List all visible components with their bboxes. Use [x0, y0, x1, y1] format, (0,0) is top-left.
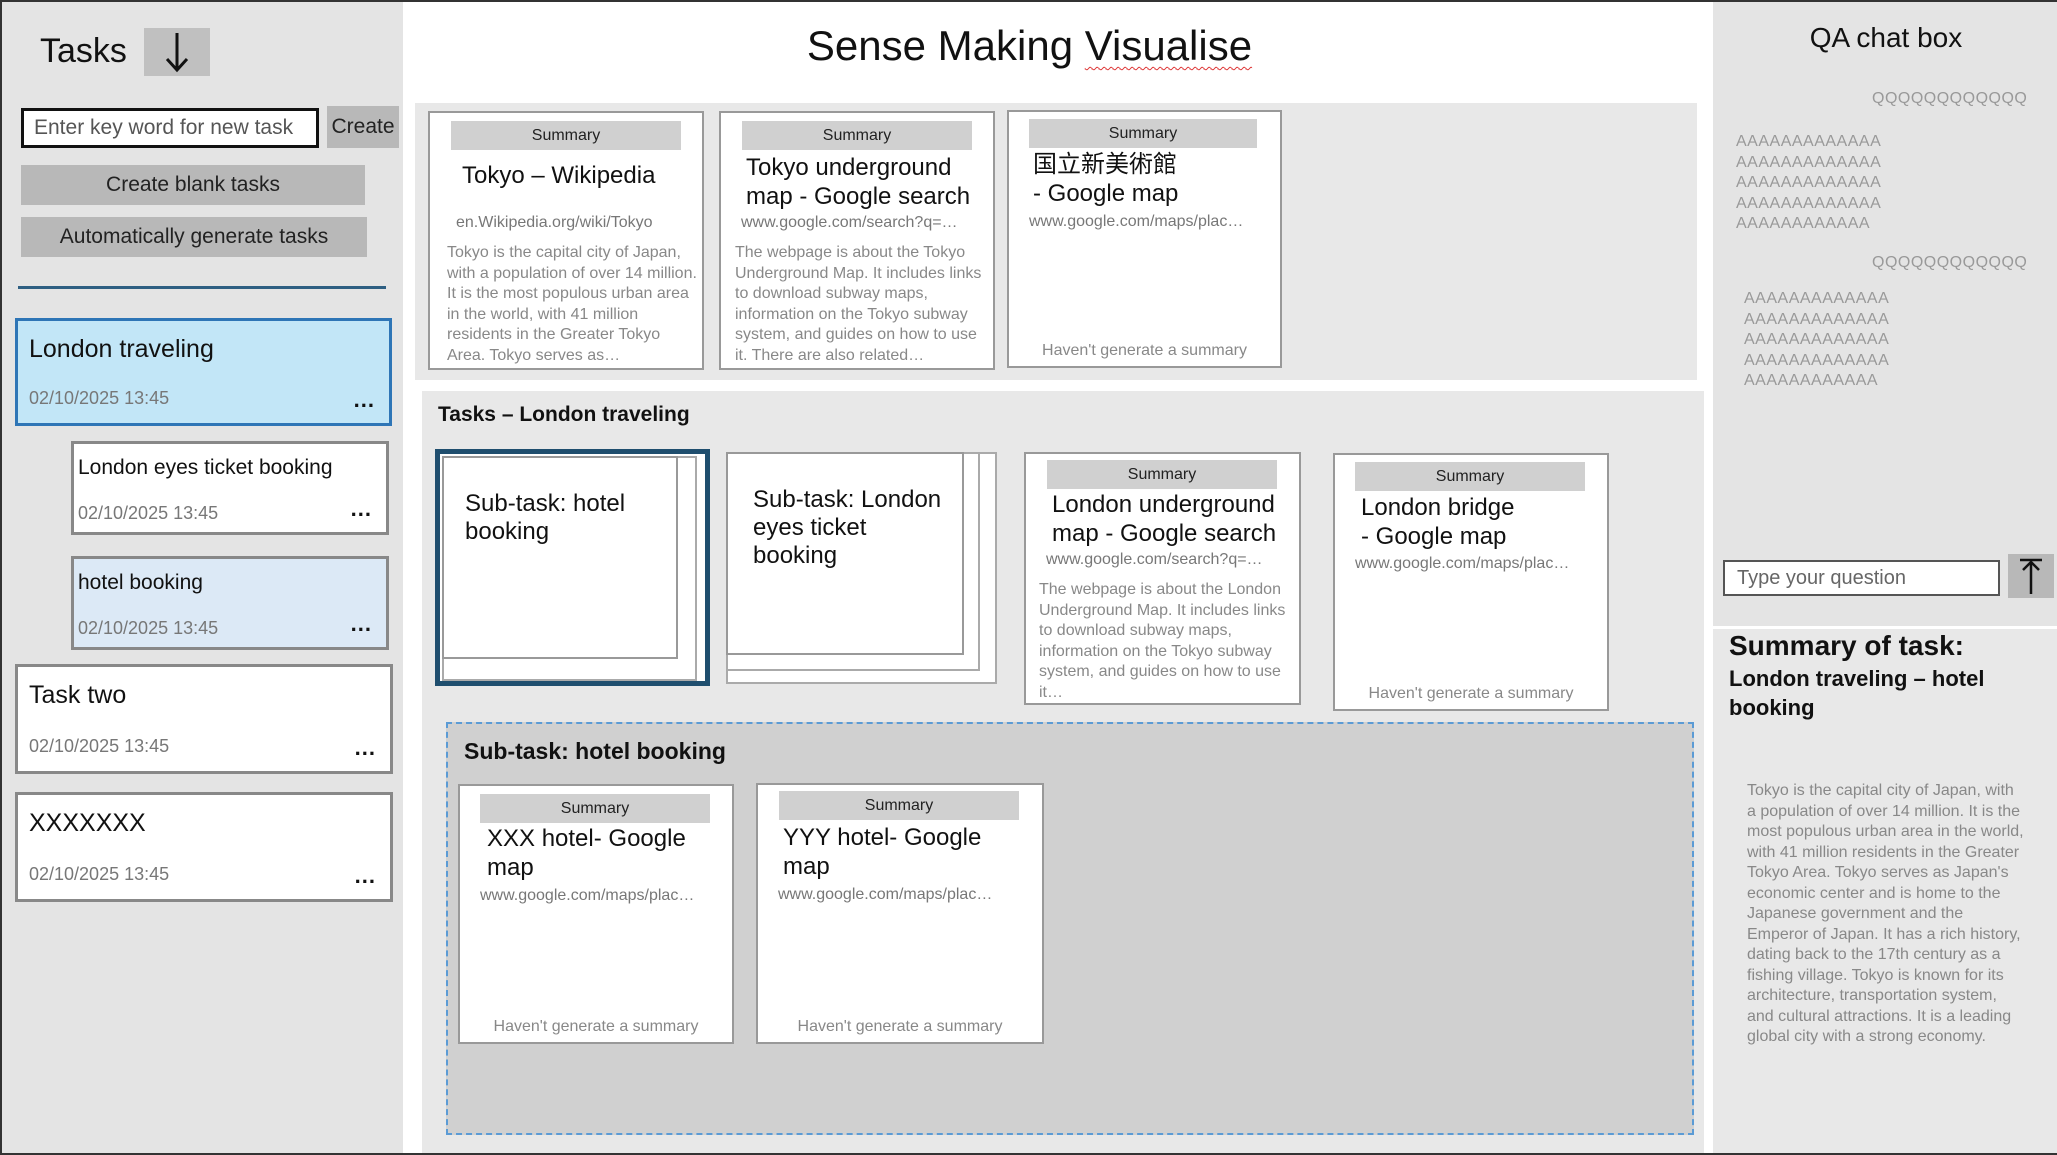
summary-button[interactable]: Summary — [451, 121, 681, 150]
result-description: The webpage is about the London Undergro… — [1039, 581, 1286, 701]
result-title: London bridge - Google map — [1361, 494, 1515, 550]
task-date: 02/10/2025 13:45 — [29, 864, 170, 884]
task-date: 02/10/2025 13:45 — [78, 618, 219, 638]
task-title: London traveling — [29, 335, 214, 363]
more-options-icon[interactable]: ... — [355, 863, 376, 889]
sidebar-divider — [18, 286, 386, 289]
create-button[interactable]: Create — [327, 106, 399, 148]
no-summary-text: Haven't generate a summary — [797, 1018, 1003, 1035]
task-title: London eyes ticket booking — [78, 456, 333, 479]
page-title: Sense Making Visualise — [402, 22, 1657, 70]
auto-generate-tasks-button[interactable]: Automatically generate tasks — [21, 217, 367, 257]
summary-button[interactable]: Summary — [1355, 462, 1585, 491]
summary-task-name: London traveling – hotel booking — [1729, 666, 1985, 720]
result-title: YYY hotel- Google map — [783, 824, 982, 880]
result-card-tokyo-underground[interactable]: Summary Tokyo underground map - Google s… — [719, 111, 995, 370]
create-blank-tasks-button[interactable]: Create blank tasks — [21, 165, 365, 205]
task-title: Task two — [29, 681, 127, 709]
stack-front-page — [442, 456, 678, 659]
result-description: Tokyo is the capital city of Japan, with… — [447, 244, 697, 364]
answer-line: AAAAAAAAAAAA — [1744, 372, 1879, 389]
summary-button[interactable]: Summary — [1047, 460, 1277, 489]
task-title: XXXXXXX — [29, 809, 146, 837]
result-card-yyy-hotel[interactable]: Summary YYY hotel- Google map www.google… — [756, 783, 1044, 1044]
result-card-tokyo-wikipedia[interactable]: Summary Tokyo – Wikipedia en.Wikipedia.o… — [428, 111, 704, 370]
result-title: Tokyo – Wikipedia — [462, 162, 656, 189]
answer-line: AAAAAAAAAAAAA — [1736, 194, 1882, 212]
tasks-title: Tasks — [40, 32, 127, 70]
task-card-task-two[interactable]: Task two 02/10/2025 13:45 ... — [15, 664, 393, 774]
result-title: Tokyo underground map - Google search — [746, 154, 971, 210]
send-button[interactable] — [2008, 554, 2054, 598]
summary-button[interactable]: Summary — [480, 794, 710, 823]
task-date: 02/10/2025 13:45 — [29, 388, 170, 408]
new-task-input[interactable] — [21, 108, 319, 148]
result-title: London underground map - Google search — [1052, 491, 1277, 547]
page-title-text-underlined: Visualise — [1084, 22, 1253, 69]
answer-line: AAAAAAAAAAAAA — [1736, 174, 1882, 191]
task-card-xxxxxxx[interactable]: XXXXXXX 02/10/2025 13:45 ... — [15, 792, 393, 902]
result-title: 国立新美術館 - Google map — [1033, 151, 1179, 207]
qa-title: QA chat box — [1809, 22, 1963, 53]
qa-answer: AAAAAAAAAAAAA AAAAAAAAAAAAA AAAAAAAAAAAA… — [1736, 132, 1881, 235]
result-card-london-bridge[interactable]: Summary London bridge - Google map www.g… — [1333, 453, 1609, 711]
summary-button[interactable]: Summary — [779, 791, 1019, 820]
answer-line: AAAAAAAAAAAAA — [1744, 310, 1890, 328]
sort-down-button[interactable] — [144, 28, 210, 76]
subtask-section-label: Sub-task: hotel booking — [464, 738, 726, 764]
arrow-up-icon — [2020, 558, 2042, 594]
subtask-card-hotel-booking-selected[interactable]: Sub-task: hotel booking — [435, 449, 710, 686]
result-description: The webpage is about the Tokyo Undergrou… — [735, 244, 982, 364]
qa-question: QQQQQQQQQQQQ — [1872, 254, 2028, 271]
qa-question: QQQQQQQQQQQQ — [1872, 90, 2028, 107]
result-url[interactable]: www.google.com/maps/plac… — [480, 887, 720, 905]
summary-text: Tokyo is the capital city of Japan, with… — [1747, 782, 2024, 1045]
result-card-xxx-hotel[interactable]: Summary XXX hotel- Google map www.google… — [458, 784, 734, 1044]
result-url[interactable]: www.google.com/search?q=… — [741, 214, 981, 232]
more-options-icon[interactable]: ... — [351, 611, 372, 637]
no-summary-text: Haven't generate a summary — [493, 1018, 699, 1035]
task-section-label: Tasks – London traveling — [438, 403, 690, 426]
no-summary-text: Haven't generate a summary — [1042, 342, 1247, 359]
subtask-title: Sub-task: London eyes ticket booking — [753, 486, 942, 569]
answer-line: AAAAAAAAAAAAA — [1744, 351, 1890, 369]
no-summary-text: Haven't generate a summary — [1368, 685, 1574, 702]
more-options-icon[interactable]: ... — [351, 496, 372, 522]
more-options-icon[interactable]: ... — [355, 735, 376, 761]
summary-heading: Summary of task: — [1729, 630, 1964, 661]
qa-answer: AAAAAAAAAAAAA AAAAAAAAAAAAA AAAAAAAAAAAA… — [1744, 289, 1889, 392]
result-url[interactable]: www.google.com/maps/plac… — [778, 886, 1028, 904]
answer-line: AAAAAAAAAAAAA — [1744, 331, 1890, 348]
result-url[interactable]: www.google.com/search?q=… — [1046, 551, 1286, 569]
answer-line: AAAAAAAAAAAAA — [1736, 133, 1882, 150]
task-date: 02/10/2025 13:45 — [78, 503, 219, 523]
subtask-card-london-eyes[interactable]: London eyes ticket booking 02/10/2025 13… — [71, 441, 389, 535]
result-title: XXX hotel- Google map — [487, 825, 686, 881]
answer-line: AAAAAAAAAAAAA — [1736, 153, 1882, 171]
more-options-icon[interactable]: ... — [354, 387, 375, 413]
answer-line: AAAAAAAAAAAA — [1736, 215, 1871, 232]
task-card-london-traveling[interactable]: London traveling 02/10/2025 13:45 ... — [15, 318, 392, 426]
result-url[interactable]: en.Wikipedia.org/wiki/Tokyo — [456, 214, 696, 232]
subtask-card-hotel-booking[interactable]: hotel booking 02/10/2025 13:45 ... — [71, 556, 389, 650]
task-title: hotel booking — [78, 571, 203, 594]
answer-line: AAAAAAAAAAAAA — [1744, 290, 1890, 307]
result-url[interactable]: www.google.com/maps/plac… — [1355, 555, 1595, 573]
summary-button[interactable]: Summary — [1029, 119, 1257, 148]
arrow-down-icon — [165, 33, 189, 73]
page-title-text: Sense Making — [806, 22, 1085, 69]
subtask-title: Sub-task: hotel booking — [465, 490, 626, 545]
subtask-card-london-eyes[interactable]: Sub-task: London eyes ticket booking — [726, 452, 997, 684]
tasks-sidebar: Tasks Create Create blank tasks Automati… — [2, 2, 403, 1153]
task-date: 02/10/2025 13:45 — [29, 736, 170, 756]
summary-button[interactable]: Summary — [742, 121, 972, 150]
result-card-london-underground[interactable]: Summary London underground map - Google … — [1024, 452, 1301, 705]
result-url[interactable]: www.google.com/maps/plac… — [1029, 213, 1269, 231]
result-card-kokuritsu-shin-bijutsukan[interactable]: Summary 国立新美術館 - Google map www.google.c… — [1007, 110, 1282, 368]
question-input[interactable] — [1723, 560, 2000, 596]
